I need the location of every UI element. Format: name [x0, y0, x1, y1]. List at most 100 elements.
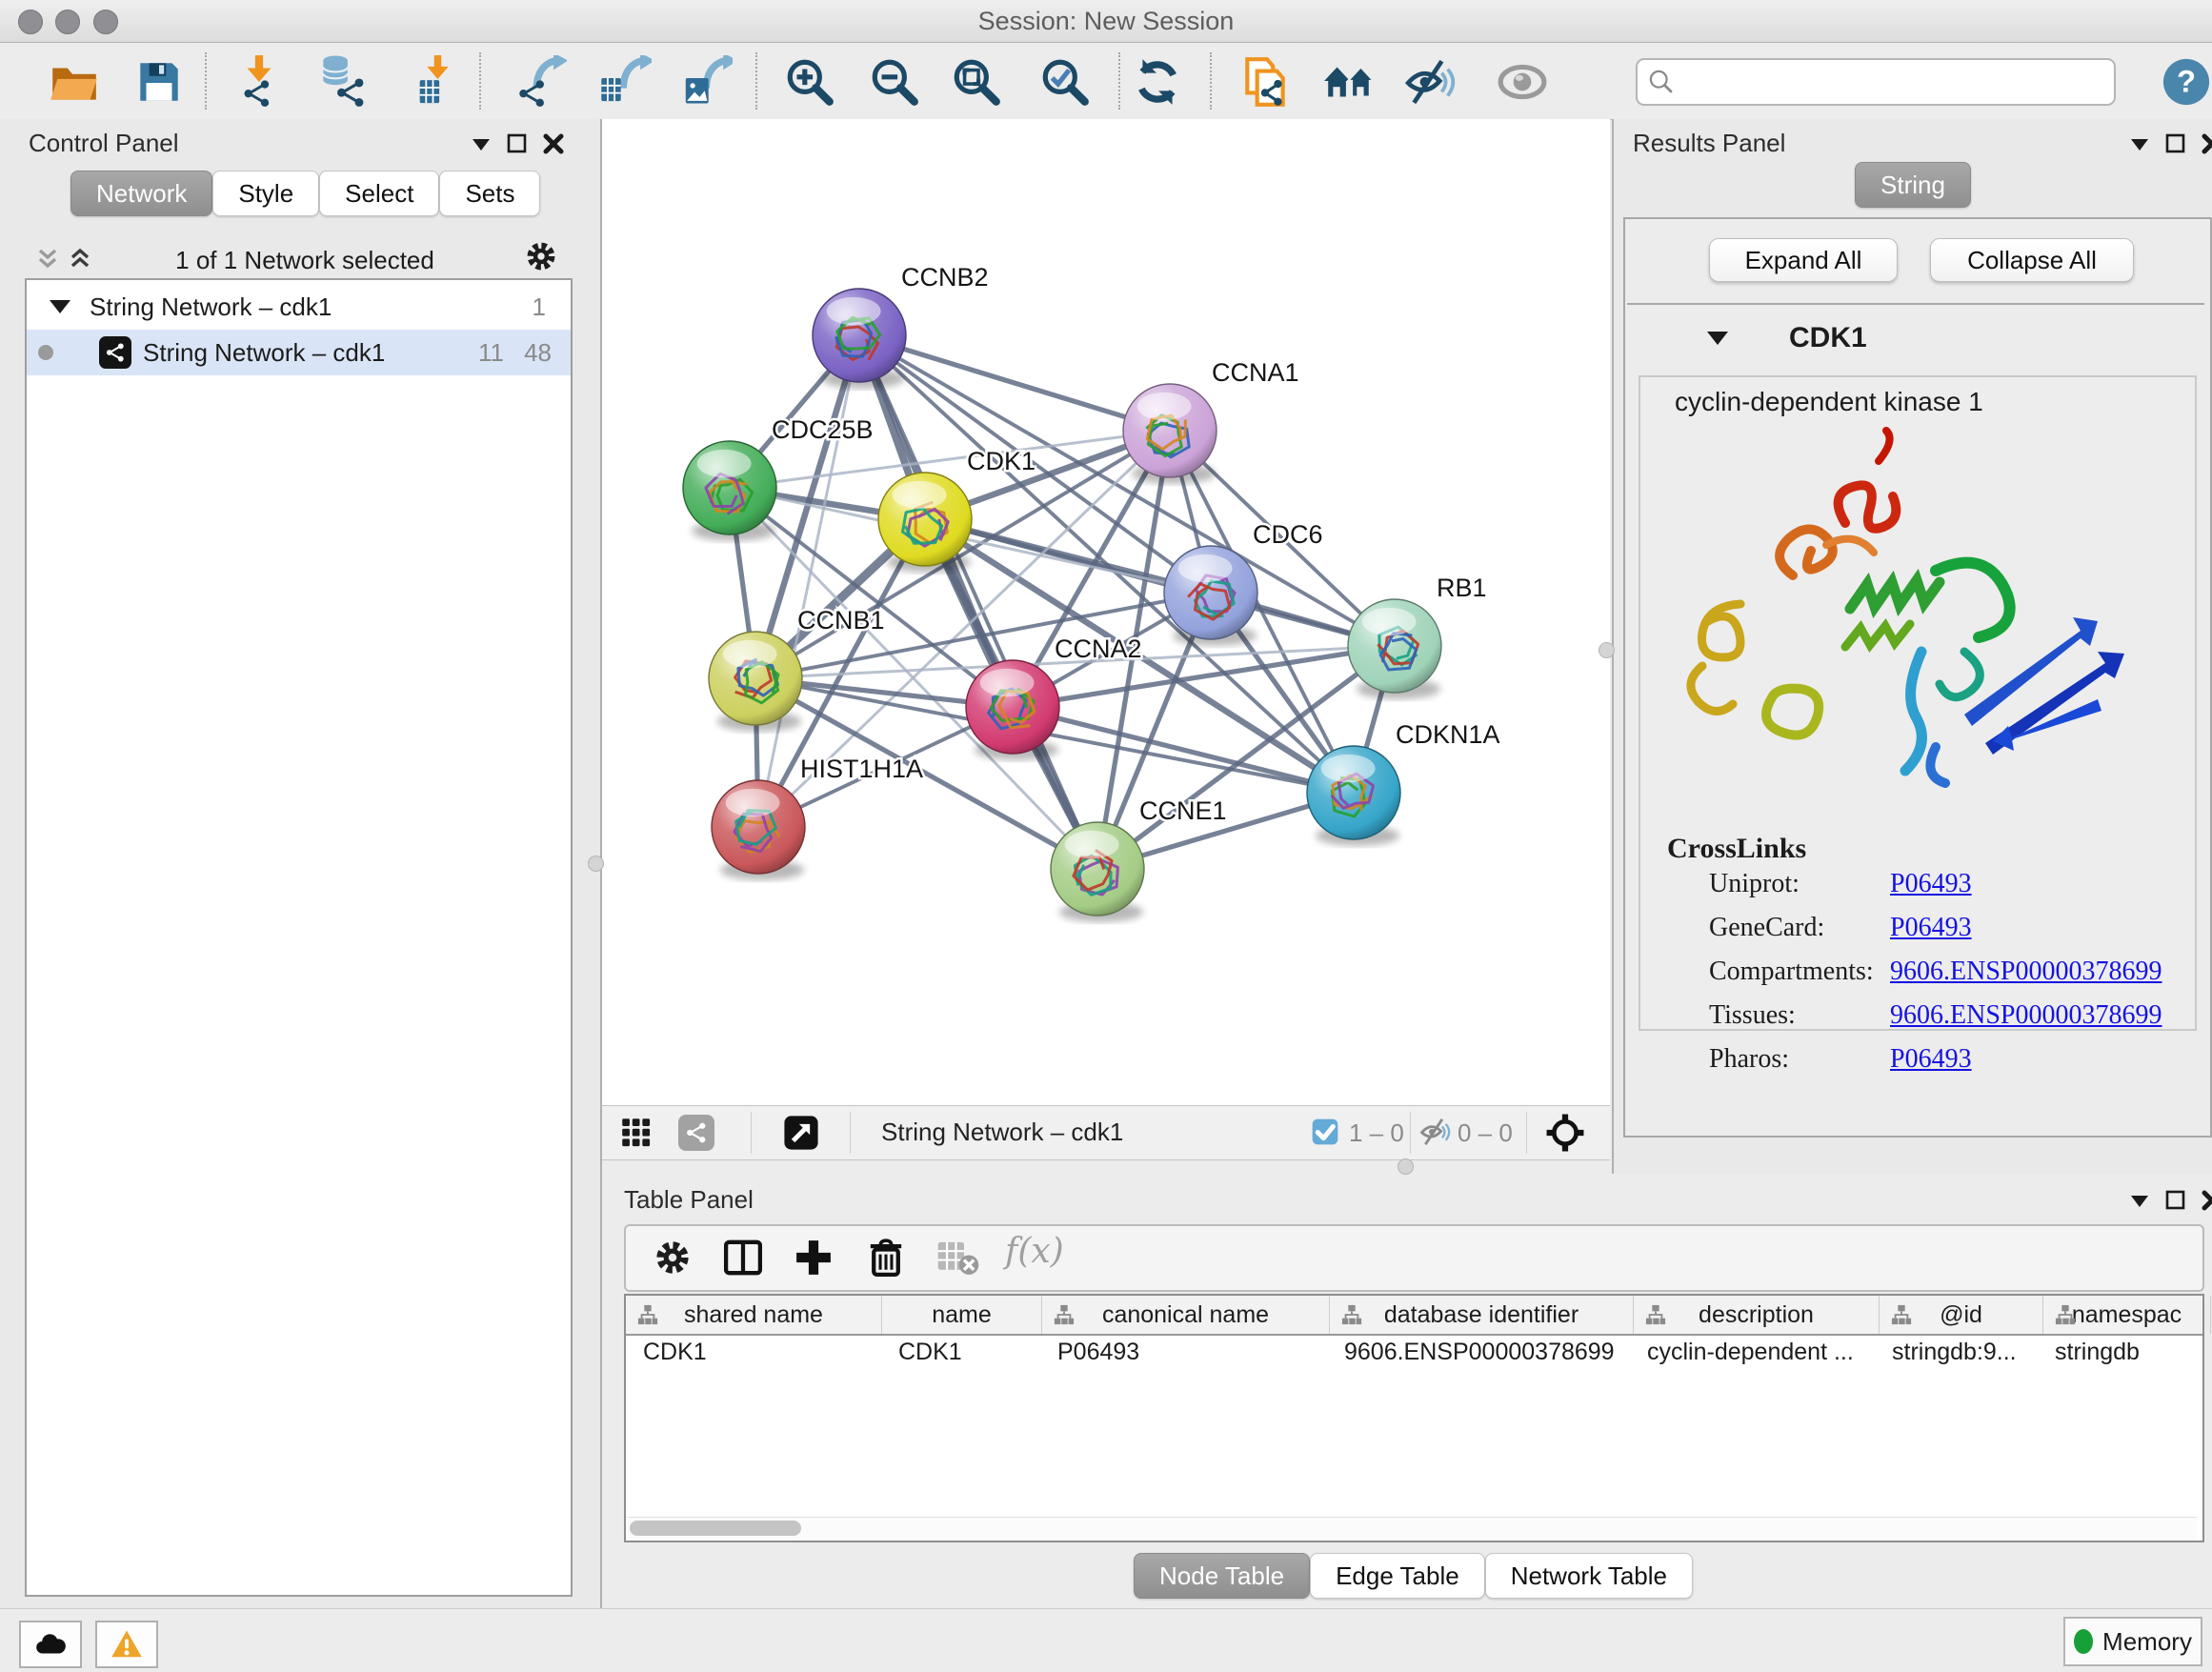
- tab-node-table[interactable]: Node Table: [1134, 1553, 1310, 1599]
- show-columns-icon[interactable]: [721, 1236, 765, 1279]
- panel-close-icon[interactable]: [2201, 1189, 2212, 1212]
- table-cell[interactable]: 9606.ENSP00000378699: [1327, 1334, 1630, 1370]
- network-edge-CCNB2-HIST1H1A[interactable]: [758, 335, 859, 827]
- network-node-HIST1H1A[interactable]: [712, 780, 805, 880]
- network-node-CCNA2[interactable]: [966, 660, 1059, 760]
- column-header-canonical-name[interactable]: canonical name: [1042, 1296, 1330, 1334]
- hide-selected-eye-slash-icon[interactable]: [1404, 55, 1458, 109]
- export-image-icon[interactable]: [679, 55, 733, 109]
- network-node-CCNA1[interactable]: [1123, 384, 1217, 484]
- table-settings-gear-icon[interactable]: [651, 1236, 694, 1279]
- search-input[interactable]: [1683, 62, 2106, 100]
- entry-collapse-icon[interactable]: [1707, 332, 1728, 350]
- import-database-icon[interactable]: [317, 55, 371, 109]
- memory-button[interactable]: Memory: [2063, 1617, 2202, 1666]
- network-node-CDKN1A[interactable]: [1307, 746, 1400, 846]
- panel-menu-icon[interactable]: [2128, 1189, 2151, 1212]
- table-row[interactable]: CDK1CDK1P064939606.ENSP00000378699cyclin…: [626, 1334, 2202, 1370]
- toolbar-search-field[interactable]: [1636, 58, 2116, 106]
- expand-all-chevron-icon[interactable]: [67, 246, 93, 272]
- table-cell[interactable]: cyclin-dependent ...: [1630, 1334, 1875, 1370]
- network-canvas[interactable]: CCNB2CCNA1CDC25BCDK1CDC6RB1CCNB1CCNA2CDK…: [602, 119, 1610, 1105]
- cloud-button[interactable]: [19, 1621, 82, 1668]
- column-header-name[interactable]: name: [882, 1296, 1042, 1334]
- table-cell[interactable]: P06493: [1040, 1334, 1327, 1370]
- copy-network-icon[interactable]: [1239, 55, 1293, 109]
- zoom-in-icon[interactable]: [783, 55, 836, 109]
- crosslink-link[interactable]: P06493: [1890, 869, 1972, 899]
- network-node-CCNE1[interactable]: [1051, 822, 1144, 922]
- tab-edge-table[interactable]: Edge Table: [1310, 1553, 1485, 1599]
- export-table-icon[interactable]: [598, 55, 652, 109]
- crosslink-link[interactable]: P06493: [1890, 913, 1972, 943]
- table-cell[interactable]: CDK1: [626, 1334, 881, 1370]
- zoom-selected-icon[interactable]: [1038, 55, 1092, 109]
- network-edge-CCNB2-CCNA1[interactable]: [859, 335, 1170, 431]
- table-cell[interactable]: CDK1: [881, 1334, 1040, 1370]
- column-header-namespac[interactable]: namespac: [2043, 1296, 2211, 1334]
- column-header-description[interactable]: description: [1634, 1296, 1880, 1334]
- tab-network[interactable]: Network: [70, 171, 212, 216]
- fit-selected-crosshair-icon[interactable]: [1545, 1113, 1585, 1153]
- zoom-out-icon[interactable]: [868, 55, 921, 109]
- collapse-all-button[interactable]: Collapse All: [1930, 238, 2132, 282]
- crosslink-link[interactable]: 9606.ENSP00000378699: [1890, 1000, 2162, 1031]
- panel-menu-icon[interactable]: [2128, 132, 2151, 155]
- network-node-CCNB1[interactable]: [709, 632, 802, 732]
- network-row-selected[interactable]: String Network – cdk1 11 48: [27, 330, 571, 375]
- network-node-CDC6[interactable]: [1164, 546, 1257, 646]
- crosslink-link[interactable]: 9606.ENSP00000378699: [1890, 957, 2162, 987]
- collection-expand-icon[interactable]: [50, 300, 70, 313]
- node-table: shared namenamecanonical namedatabase id…: [624, 1294, 2204, 1542]
- network-node-CDC25B[interactable]: [683, 441, 776, 541]
- panel-close-icon[interactable]: [542, 132, 565, 155]
- panel-float-icon[interactable]: [506, 132, 529, 155]
- collapse-all-chevron-icon[interactable]: [34, 246, 61, 272]
- show-all-eye-icon[interactable]: [1496, 55, 1549, 109]
- vertical-splitter-handle[interactable]: [1599, 642, 1615, 658]
- network-collection-row[interactable]: String Network – cdk1 1: [27, 284, 571, 330]
- column-header-database-identifier[interactable]: database identifier: [1330, 1296, 1634, 1334]
- crosslink-label: Uniprot:: [1709, 869, 1800, 899]
- import-network-icon[interactable]: [232, 55, 286, 109]
- warnings-button[interactable]: [95, 1621, 158, 1668]
- table-cell[interactable]: stringdb: [2038, 1334, 2204, 1370]
- crosslink-link[interactable]: P06493: [1890, 1044, 1972, 1075]
- selected-checkbox-icon[interactable]: [1311, 1118, 1339, 1146]
- scrollbar-thumb[interactable]: [630, 1521, 801, 1536]
- network-edge-CCNB2-CCNE1[interactable]: [859, 335, 1097, 869]
- import-table-icon[interactable]: [406, 55, 459, 109]
- network-node-CDK1[interactable]: [878, 473, 972, 573]
- refresh-icon[interactable]: [1131, 55, 1184, 109]
- column-header-shared-name[interactable]: shared name: [626, 1296, 882, 1334]
- birds-eye-view-icon[interactable]: [783, 1115, 819, 1151]
- tab-sets[interactable]: Sets: [439, 171, 540, 216]
- network-options-gear-icon[interactable]: [522, 237, 560, 275]
- open-session-icon[interactable]: [48, 55, 101, 109]
- table-horizontal-scrollbar[interactable]: [628, 1517, 2197, 1539]
- add-column-icon[interactable]: [792, 1236, 835, 1279]
- network-node-CCNB2[interactable]: [813, 289, 906, 389]
- tab-network-table[interactable]: Network Table: [1485, 1553, 1693, 1599]
- tab-style[interactable]: Style: [212, 171, 319, 216]
- horizontal-splitter-handle[interactable]: [1398, 1158, 1414, 1175]
- help-icon[interactable]: [2162, 57, 2212, 111]
- network-node-RB1[interactable]: [1348, 599, 1441, 699]
- panel-menu-icon[interactable]: [470, 132, 493, 155]
- network-share-icon[interactable]: [678, 1115, 714, 1151]
- column-header--id[interactable]: @id: [1880, 1296, 2043, 1334]
- panel-close-icon[interactable]: [2201, 132, 2212, 155]
- panel-float-icon[interactable]: [2164, 132, 2187, 155]
- delete-column-trash-icon[interactable]: [864, 1236, 908, 1279]
- table-cell[interactable]: stringdb:9...: [1875, 1334, 2038, 1370]
- expand-all-button[interactable]: Expand All: [1709, 238, 1896, 282]
- export-network-icon[interactable]: [513, 55, 567, 109]
- vertical-splitter-handle[interactable]: [588, 856, 604, 872]
- tab-select[interactable]: Select: [319, 171, 439, 216]
- genemania-houses-icon[interactable]: [1322, 55, 1376, 109]
- zoom-fit-icon[interactable]: [950, 55, 1003, 109]
- panel-float-icon[interactable]: [2164, 1189, 2187, 1212]
- tab-string[interactable]: String: [1855, 162, 1971, 208]
- save-session-icon[interactable]: [132, 55, 186, 109]
- grid-view-icon[interactable]: [618, 1115, 654, 1151]
